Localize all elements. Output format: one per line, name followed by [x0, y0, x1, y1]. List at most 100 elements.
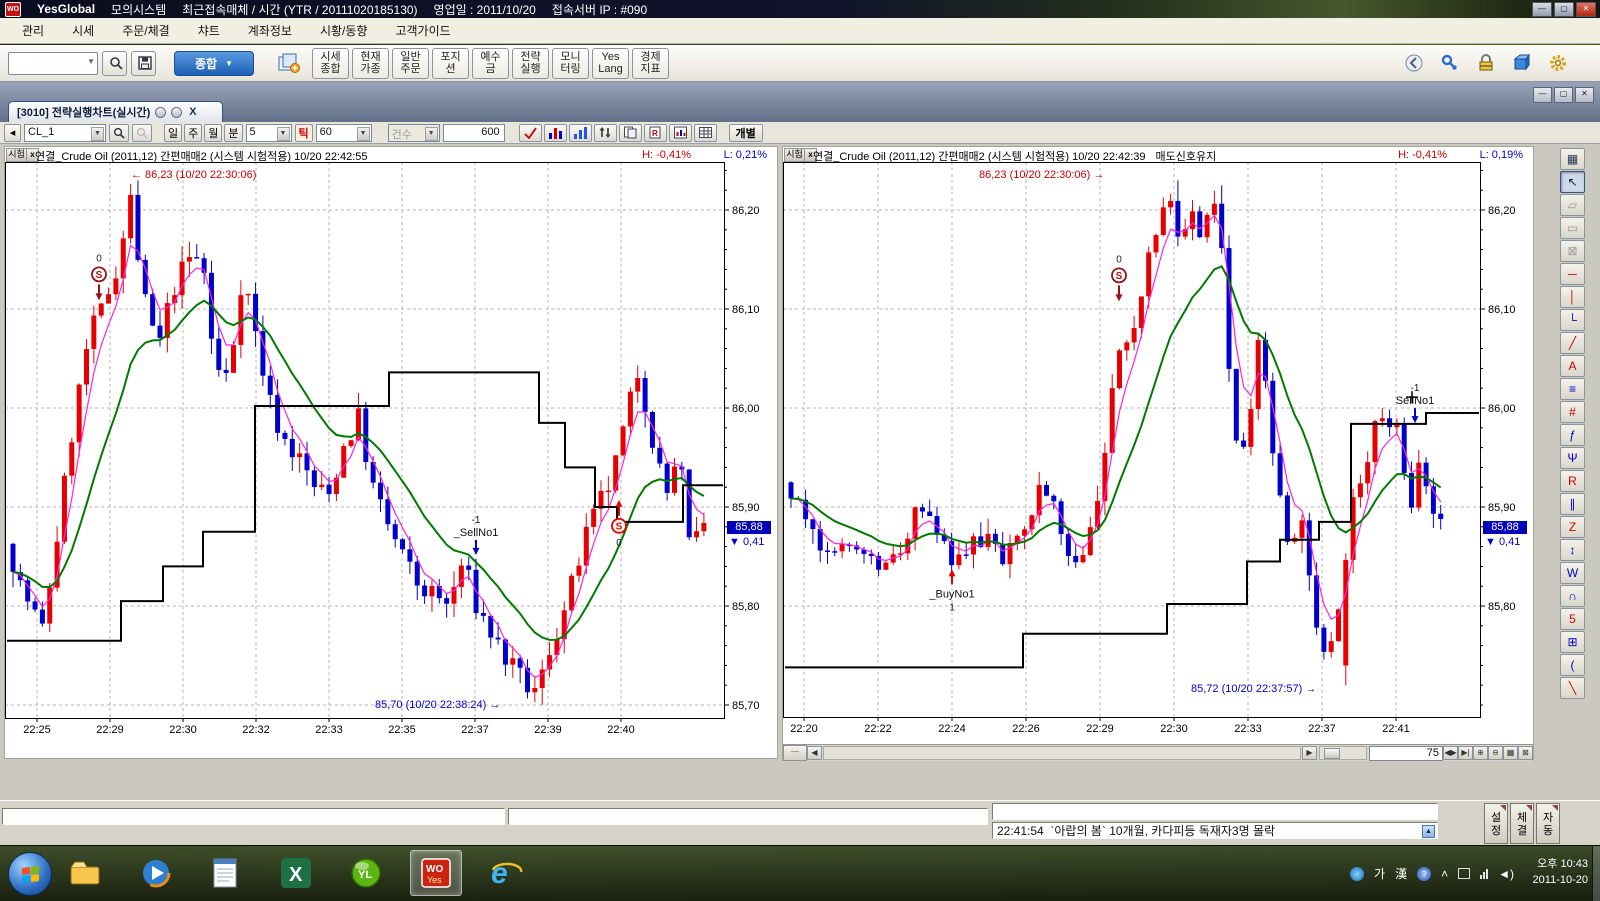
style-check-icon[interactable]	[519, 124, 542, 142]
chart-type-icon[interactable]: ▦	[1560, 148, 1585, 170]
lock-icon[interactable]	[1470, 52, 1492, 74]
tray-expand-icon[interactable]: ˄	[1441, 867, 1448, 881]
channel-tool-icon[interactable]: ∥	[1560, 493, 1585, 515]
tick-button[interactable]: 틱	[295, 124, 313, 142]
nav-back-button[interactable]: ◂	[4, 124, 21, 142]
price-chart-left[interactable]: 86,2086,1086,0085,9085,8085,7022:2522:29…	[5, 162, 775, 758]
taskbar-app-yeslang[interactable]: YL	[340, 850, 392, 896]
cycle-tool-icon[interactable]: (	[1560, 654, 1585, 676]
network-icon[interactable]	[1480, 868, 1488, 879]
interval-combo[interactable]: 5▼	[246, 124, 292, 142]
marker-tool-icon[interactable]: ↕	[1560, 539, 1585, 561]
menu-item-5[interactable]: 시황/동향	[306, 22, 382, 39]
table-grid-icon[interactable]	[694, 124, 717, 142]
go-end-icon[interactable]: ▶|	[1458, 746, 1473, 760]
quick-button-3[interactable]: 포지 션	[432, 48, 469, 79]
period-button-1[interactable]: 주	[184, 124, 202, 142]
ime-hanja[interactable]: 漢	[1395, 865, 1407, 882]
zoom-slider[interactable]	[1319, 746, 1367, 760]
regression-tool-icon[interactable]: ╲	[1560, 677, 1585, 699]
quick-button-8[interactable]: 경제 지표	[632, 48, 669, 79]
taskbar-app-media-player[interactable]	[130, 850, 182, 896]
bars-mixed-icon[interactable]	[544, 124, 567, 142]
angle-line-tool-icon[interactable]: └	[1560, 309, 1585, 331]
eraser-icon[interactable]: ▭	[1560, 217, 1585, 239]
scroll-right-icon[interactable]: ▶	[1302, 746, 1317, 760]
node-edit-icon[interactable]: ▱	[1560, 194, 1585, 216]
arc-tool-icon[interactable]: ∩	[1560, 585, 1585, 607]
minimize-button[interactable]: —	[1532, 2, 1552, 17]
status-button-2[interactable]: 자 동	[1536, 803, 1560, 844]
gann-tool-icon[interactable]: ⊞	[1560, 631, 1585, 653]
doc-copy-icon[interactable]	[619, 124, 642, 142]
test-badge[interactable]: 시험	[784, 148, 805, 162]
news-up-icon[interactable]: ▲	[1422, 825, 1435, 838]
elliott-tool-icon[interactable]: 5	[1560, 608, 1585, 630]
start-button[interactable]	[8, 852, 52, 896]
category-dropdown[interactable]: 종합▼	[174, 51, 254, 76]
sort-updown-icon[interactable]	[594, 124, 617, 142]
window-tray-icon[interactable]	[1458, 868, 1470, 879]
level-lines-tool-icon[interactable]: ≡	[1560, 378, 1585, 400]
maximize-button[interactable]: ▢	[1554, 2, 1574, 17]
child-close-button[interactable]: ✕	[1575, 87, 1594, 103]
count-combo[interactable]: 건수▼	[388, 124, 440, 142]
tab-link-icon[interactable]	[155, 107, 166, 118]
bar-count-input[interactable]: 600	[443, 124, 505, 142]
taskbar-app-explorer[interactable]	[60, 850, 112, 896]
combo-arrow-icon[interactable]: ▼	[91, 127, 104, 141]
pattern-tool-icon[interactable]: W	[1560, 562, 1585, 584]
status-button-0[interactable]: 설 정	[1484, 803, 1508, 844]
close-button[interactable]: ✕	[1576, 2, 1596, 17]
menu-item-0[interactable]: 관리	[8, 22, 58, 39]
taskbar-app-yesglobal[interactable]: WOYes	[410, 850, 462, 896]
globe-icon[interactable]	[1350, 867, 1364, 881]
child-minimize-button[interactable]: —	[1533, 87, 1552, 103]
doc-r-icon[interactable]: R	[644, 124, 667, 142]
package-icon[interactable]	[1506, 52, 1528, 74]
taskbar-app-notepad[interactable]	[200, 850, 252, 896]
cursor-tool-icon[interactable]: ↖	[1560, 171, 1585, 193]
menu-item-2[interactable]: 주문/체결	[108, 22, 184, 39]
menu-item-6[interactable]: 고객가이드	[381, 22, 464, 39]
trend-line-tool-icon[interactable]: ╱	[1560, 332, 1585, 354]
tray-clock[interactable]: 오후 10:43 2011-10-20	[1533, 856, 1588, 888]
menu-item-4[interactable]: 계좌정보	[234, 22, 306, 39]
tick-count-combo[interactable]: 60▼	[316, 124, 372, 142]
tab-close-icon[interactable]: X	[189, 106, 196, 118]
zoom-in-icon[interactable]: ⊕	[1473, 746, 1488, 760]
menu-item-1[interactable]: 시세	[58, 22, 108, 39]
quick-button-1[interactable]: 현재 가종	[352, 48, 389, 79]
back-icon[interactable]	[1398, 52, 1420, 74]
eraser-all-icon[interactable]: ⊠	[1560, 240, 1585, 262]
help-icon[interactable]: ?	[1417, 867, 1431, 881]
ime-korean[interactable]: 가	[1374, 865, 1385, 882]
period-button-2[interactable]: 월	[204, 124, 222, 142]
symbol-search-disabled-button[interactable]	[132, 124, 152, 142]
child-restore-button[interactable]: ▢	[1554, 87, 1573, 103]
quick-button-7[interactable]: Yes Lang	[592, 48, 629, 79]
screen-number-input[interactable]: ▼	[8, 52, 98, 75]
settings-gear-icon[interactable]	[1542, 52, 1564, 74]
status-button-1[interactable]: 체 결	[1510, 803, 1534, 844]
quick-button-4[interactable]: 예수 금	[472, 48, 509, 79]
visible-bars-input[interactable]: 75	[1369, 746, 1443, 761]
text-tool-icon[interactable]: A	[1560, 355, 1585, 377]
symbol-search-button[interactable]	[109, 124, 129, 142]
quick-button-0[interactable]: 시세 종합	[312, 48, 349, 79]
combo-arrow-icon[interactable]: ▼	[87, 57, 95, 66]
tab-strategy-chart[interactable]: [3010] 전략실행차트(실시간) X	[8, 101, 223, 122]
price-chart-right[interactable]: 86,2086,1086,0085,9085,8022:2022:2222:24…	[783, 162, 1531, 744]
quick-button-6[interactable]: 모니 터링	[552, 48, 589, 79]
fib-retracement-tool-icon[interactable]: R	[1560, 470, 1585, 492]
pitchfork-tool-icon[interactable]: Ψ	[1560, 447, 1585, 469]
tab-pin-icon[interactable]	[171, 107, 182, 118]
pan-both-icon[interactable]: ◀▶	[1443, 746, 1458, 760]
grid-toggle-icon[interactable]: ▦	[1503, 746, 1518, 760]
test-badge[interactable]: 시험	[6, 148, 27, 162]
bar-count-tool-icon[interactable]: #	[1560, 401, 1585, 423]
zoom-out-icon[interactable]: ⊖	[1488, 746, 1503, 760]
scroll-track[interactable]	[823, 746, 1301, 760]
bars-blue-icon[interactable]	[569, 124, 592, 142]
taskbar-app-excel[interactable]: X	[270, 850, 322, 896]
